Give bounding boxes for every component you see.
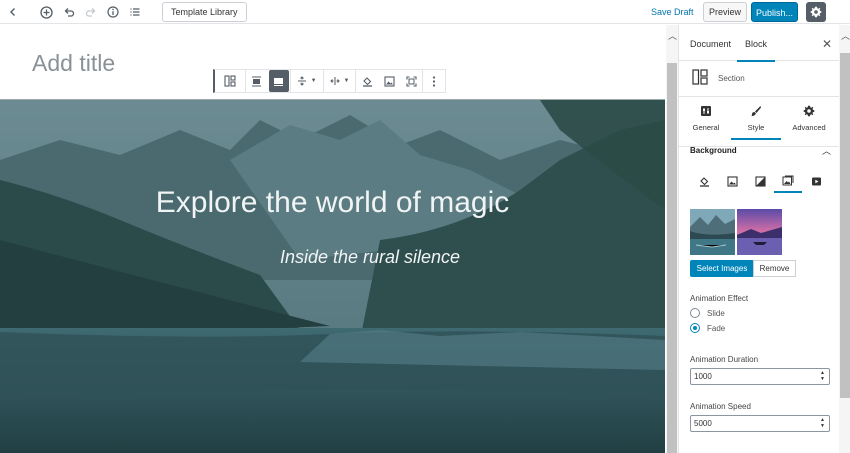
remove-images-button[interactable]: Remove — [753, 260, 796, 277]
tab-block[interactable]: Block — [737, 39, 775, 62]
more-vertical-icon — [432, 75, 436, 87]
gear-icon — [803, 105, 815, 117]
effect-option-label: Fade — [707, 324, 726, 333]
section-block-icon — [692, 69, 708, 85]
align-full-icon — [274, 77, 284, 86]
save-draft-link[interactable]: Save Draft — [651, 7, 694, 17]
add-block-icon[interactable] — [37, 3, 55, 21]
close-icon[interactable]: ✕ — [822, 37, 832, 51]
tab-advanced[interactable]: Advanced — [784, 105, 834, 132]
bg-type-video-button[interactable] — [802, 169, 830, 193]
tab-general[interactable]: General — [681, 105, 731, 132]
animation-duration-input[interactable]: 1000 ▲ ▼ — [690, 368, 830, 385]
hero-background-image — [0, 100, 665, 453]
bg-type-image-button[interactable] — [718, 169, 746, 193]
content-width-dropdown[interactable]: ▼ — [324, 70, 356, 92]
align-wide-icon — [252, 76, 262, 86]
section-hero[interactable]: Explore the world of magic Inside the ru… — [0, 99, 665, 453]
settings-sidebar: Document Block ✕ Section General Style A… — [678, 25, 850, 453]
editor-scrollbar-thumb[interactable] — [667, 63, 677, 453]
editor-scrollbar[interactable]: ︿ — [666, 25, 678, 453]
chevron-up-icon[interactable]: ︿ — [822, 144, 831, 157]
animation-duration-label: Animation Duration — [690, 355, 759, 364]
number-stepper-icon[interactable]: ▲ ▼ — [818, 370, 827, 382]
image-icon — [384, 75, 395, 87]
block-toolbar: ▼ ▼ — [213, 69, 446, 93]
animation-duration-value: 1000 — [694, 372, 712, 381]
editor-header: Template Library Save Draft Preview Publ… — [0, 0, 850, 24]
scroll-up-icon[interactable]: ︿ — [668, 29, 677, 42]
undo-icon[interactable] — [60, 3, 78, 21]
tab-style-label: Style — [747, 123, 765, 132]
outline-list-icon[interactable] — [126, 3, 144, 21]
sidebar-scrollbar[interactable]: ︿ — [839, 25, 850, 453]
animation-speed-input[interactable]: 5000 ▲ ▼ — [690, 415, 830, 432]
gradient-icon — [754, 175, 766, 187]
vertical-align-dropdown[interactable]: ▼ — [291, 70, 323, 92]
hero-heading[interactable]: Explore the world of magic — [0, 186, 665, 220]
select-images-button[interactable]: Select Images — [690, 260, 754, 277]
background-color-button[interactable] — [356, 70, 378, 92]
caret-down-icon: ▼ — [343, 78, 350, 84]
tab-style[interactable]: Style — [731, 105, 781, 140]
image-icon — [726, 175, 738, 187]
paint-bucket-icon — [699, 176, 709, 187]
post-title-input[interactable]: Add title — [32, 50, 115, 77]
scroll-up-icon[interactable]: ︿ — [841, 29, 850, 42]
align-wide-button[interactable] — [246, 70, 268, 92]
paint-bucket-icon — [362, 76, 372, 87]
section-block-icon — [224, 75, 236, 87]
animation-speed-value: 5000 — [694, 419, 712, 428]
animation-speed-label: Animation Speed — [690, 402, 751, 411]
bg-type-gradient-button[interactable] — [746, 169, 774, 193]
template-library-button[interactable]: Template Library — [162, 2, 247, 22]
slide-image-thumbnail[interactable] — [690, 209, 735, 255]
settings-gear-button[interactable] — [806, 2, 826, 22]
bg-type-slideshow-button[interactable] — [774, 169, 802, 193]
redo-icon[interactable] — [82, 3, 100, 21]
info-icon[interactable] — [104, 3, 122, 21]
block-name-label: Section — [718, 74, 745, 83]
block-type-button[interactable] — [215, 70, 245, 92]
tab-general-label: General — [692, 123, 720, 132]
inspector-tabs: General Style Advanced — [679, 97, 850, 147]
gallery-icon — [782, 175, 794, 185]
gear-icon — [810, 6, 822, 18]
effect-radio-slide[interactable] — [690, 308, 700, 318]
bg-type-color-button[interactable] — [690, 169, 718, 193]
background-panel-heading[interactable]: Background — [690, 146, 737, 155]
effect-radio-fade[interactable] — [690, 323, 700, 333]
background-image-button[interactable] — [378, 70, 400, 92]
tab-advanced-label: Advanced — [792, 123, 826, 132]
brush-icon — [751, 106, 761, 117]
back-chevron-icon[interactable] — [4, 3, 22, 21]
fullscreen-button[interactable] — [400, 70, 422, 92]
align-full-button[interactable] — [268, 70, 289, 92]
effect-option-label: Slide — [707, 309, 725, 318]
more-options-button[interactable] — [423, 70, 445, 92]
slide-image-thumbnail[interactable] — [737, 209, 782, 255]
publish-button[interactable]: Publish... — [751, 2, 798, 22]
sliders-icon — [701, 106, 711, 116]
sidebar-tabs: Document Block ✕ — [679, 25, 850, 62]
caret-down-icon: ▼ — [310, 78, 317, 84]
tab-document[interactable]: Document — [690, 39, 731, 49]
preview-button[interactable]: Preview — [703, 2, 747, 22]
sidebar-scrollbar-thumb[interactable] — [840, 53, 850, 398]
block-card: Section — [679, 61, 850, 97]
content-width-icon — [329, 77, 340, 85]
fullscreen-icon — [406, 75, 417, 87]
hero-subheading[interactable]: Inside the rural silence — [0, 247, 665, 268]
vertical-align-icon — [297, 76, 306, 86]
video-icon — [811, 177, 821, 185]
editor-canvas: Add title ▼ ▼ Explore the world of magic… — [0, 25, 678, 453]
number-stepper-icon[interactable]: ▲ ▼ — [818, 417, 827, 429]
animation-effect-label: Animation Effect — [690, 294, 749, 303]
